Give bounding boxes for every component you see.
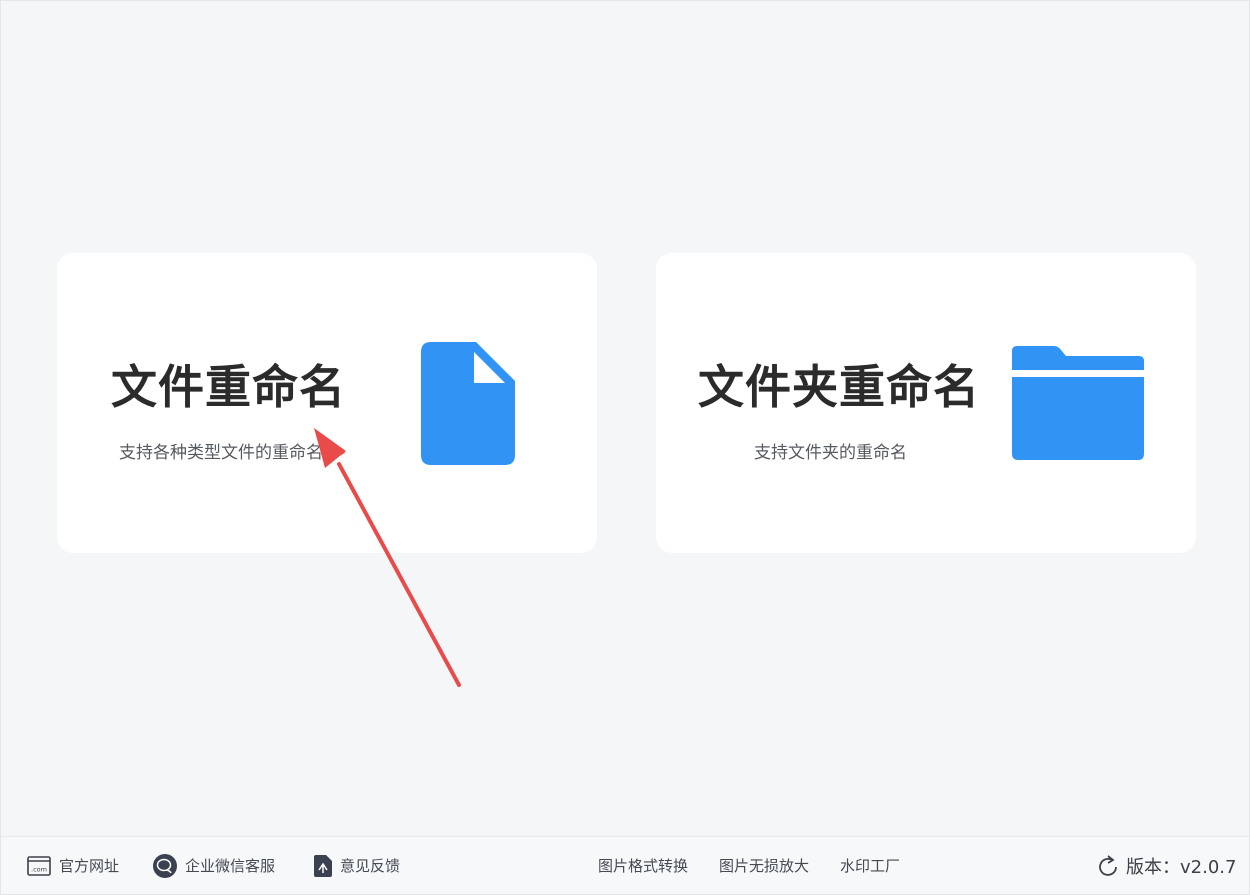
file-rename-description: 支持各种类型文件的重命名 <box>119 443 323 463</box>
feedback-label: 意见反馈 <box>340 857 401 875</box>
feedback-icon <box>314 854 332 877</box>
image-format-link[interactable]: 图片格式转换 <box>598 837 688 894</box>
file-icon <box>421 342 515 465</box>
website-icon: .com <box>27 855 51 876</box>
watermark-factory-link[interactable]: 水印工厂 <box>840 837 900 894</box>
official-site-label: 官方网址 <box>59 857 120 875</box>
refresh-icon <box>1098 854 1118 877</box>
image-format-label: 图片格式转换 <box>598 857 689 875</box>
feedback-link[interactable]: 意见反馈 <box>314 837 400 894</box>
file-rename-card[interactable]: 文件重命名 支持各种类型文件的重命名 <box>57 253 597 553</box>
official-site-link[interactable]: .com 官方网址 <box>27 837 119 894</box>
folder-icon <box>1012 346 1144 460</box>
svg-text:.com: .com <box>31 865 47 873</box>
watermark-factory-label: 水印工厂 <box>840 857 901 875</box>
folder-rename-card[interactable]: 文件夹重命名 支持文件夹的重命名 <box>656 253 1196 553</box>
wechat-service-link[interactable]: 企业微信客服 <box>153 837 275 894</box>
file-rename-title: 文件重命名 <box>111 360 346 414</box>
version-label: 版本：v2.0.7 <box>1126 856 1237 878</box>
image-upscale-link[interactable]: 图片无损放大 <box>719 837 809 894</box>
footer-bar: .com 官方网址 企业微信客服 意见反馈 图片格式转换 图片无损放大 水印工厂… <box>1 836 1249 894</box>
version-check[interactable]: 版本：v2.0.7 <box>1098 837 1236 894</box>
folder-rename-description: 支持文件夹的重命名 <box>754 443 907 463</box>
app-window: 文件重命名 支持各种类型文件的重命名 文件夹重命名 支持文件夹的重命名 .com <box>0 0 1250 895</box>
folder-rename-title: 文件夹重命名 <box>698 360 980 414</box>
wechat-service-label: 企业微信客服 <box>185 857 276 875</box>
wechat-chat-icon <box>153 853 177 878</box>
image-upscale-label: 图片无损放大 <box>719 857 810 875</box>
